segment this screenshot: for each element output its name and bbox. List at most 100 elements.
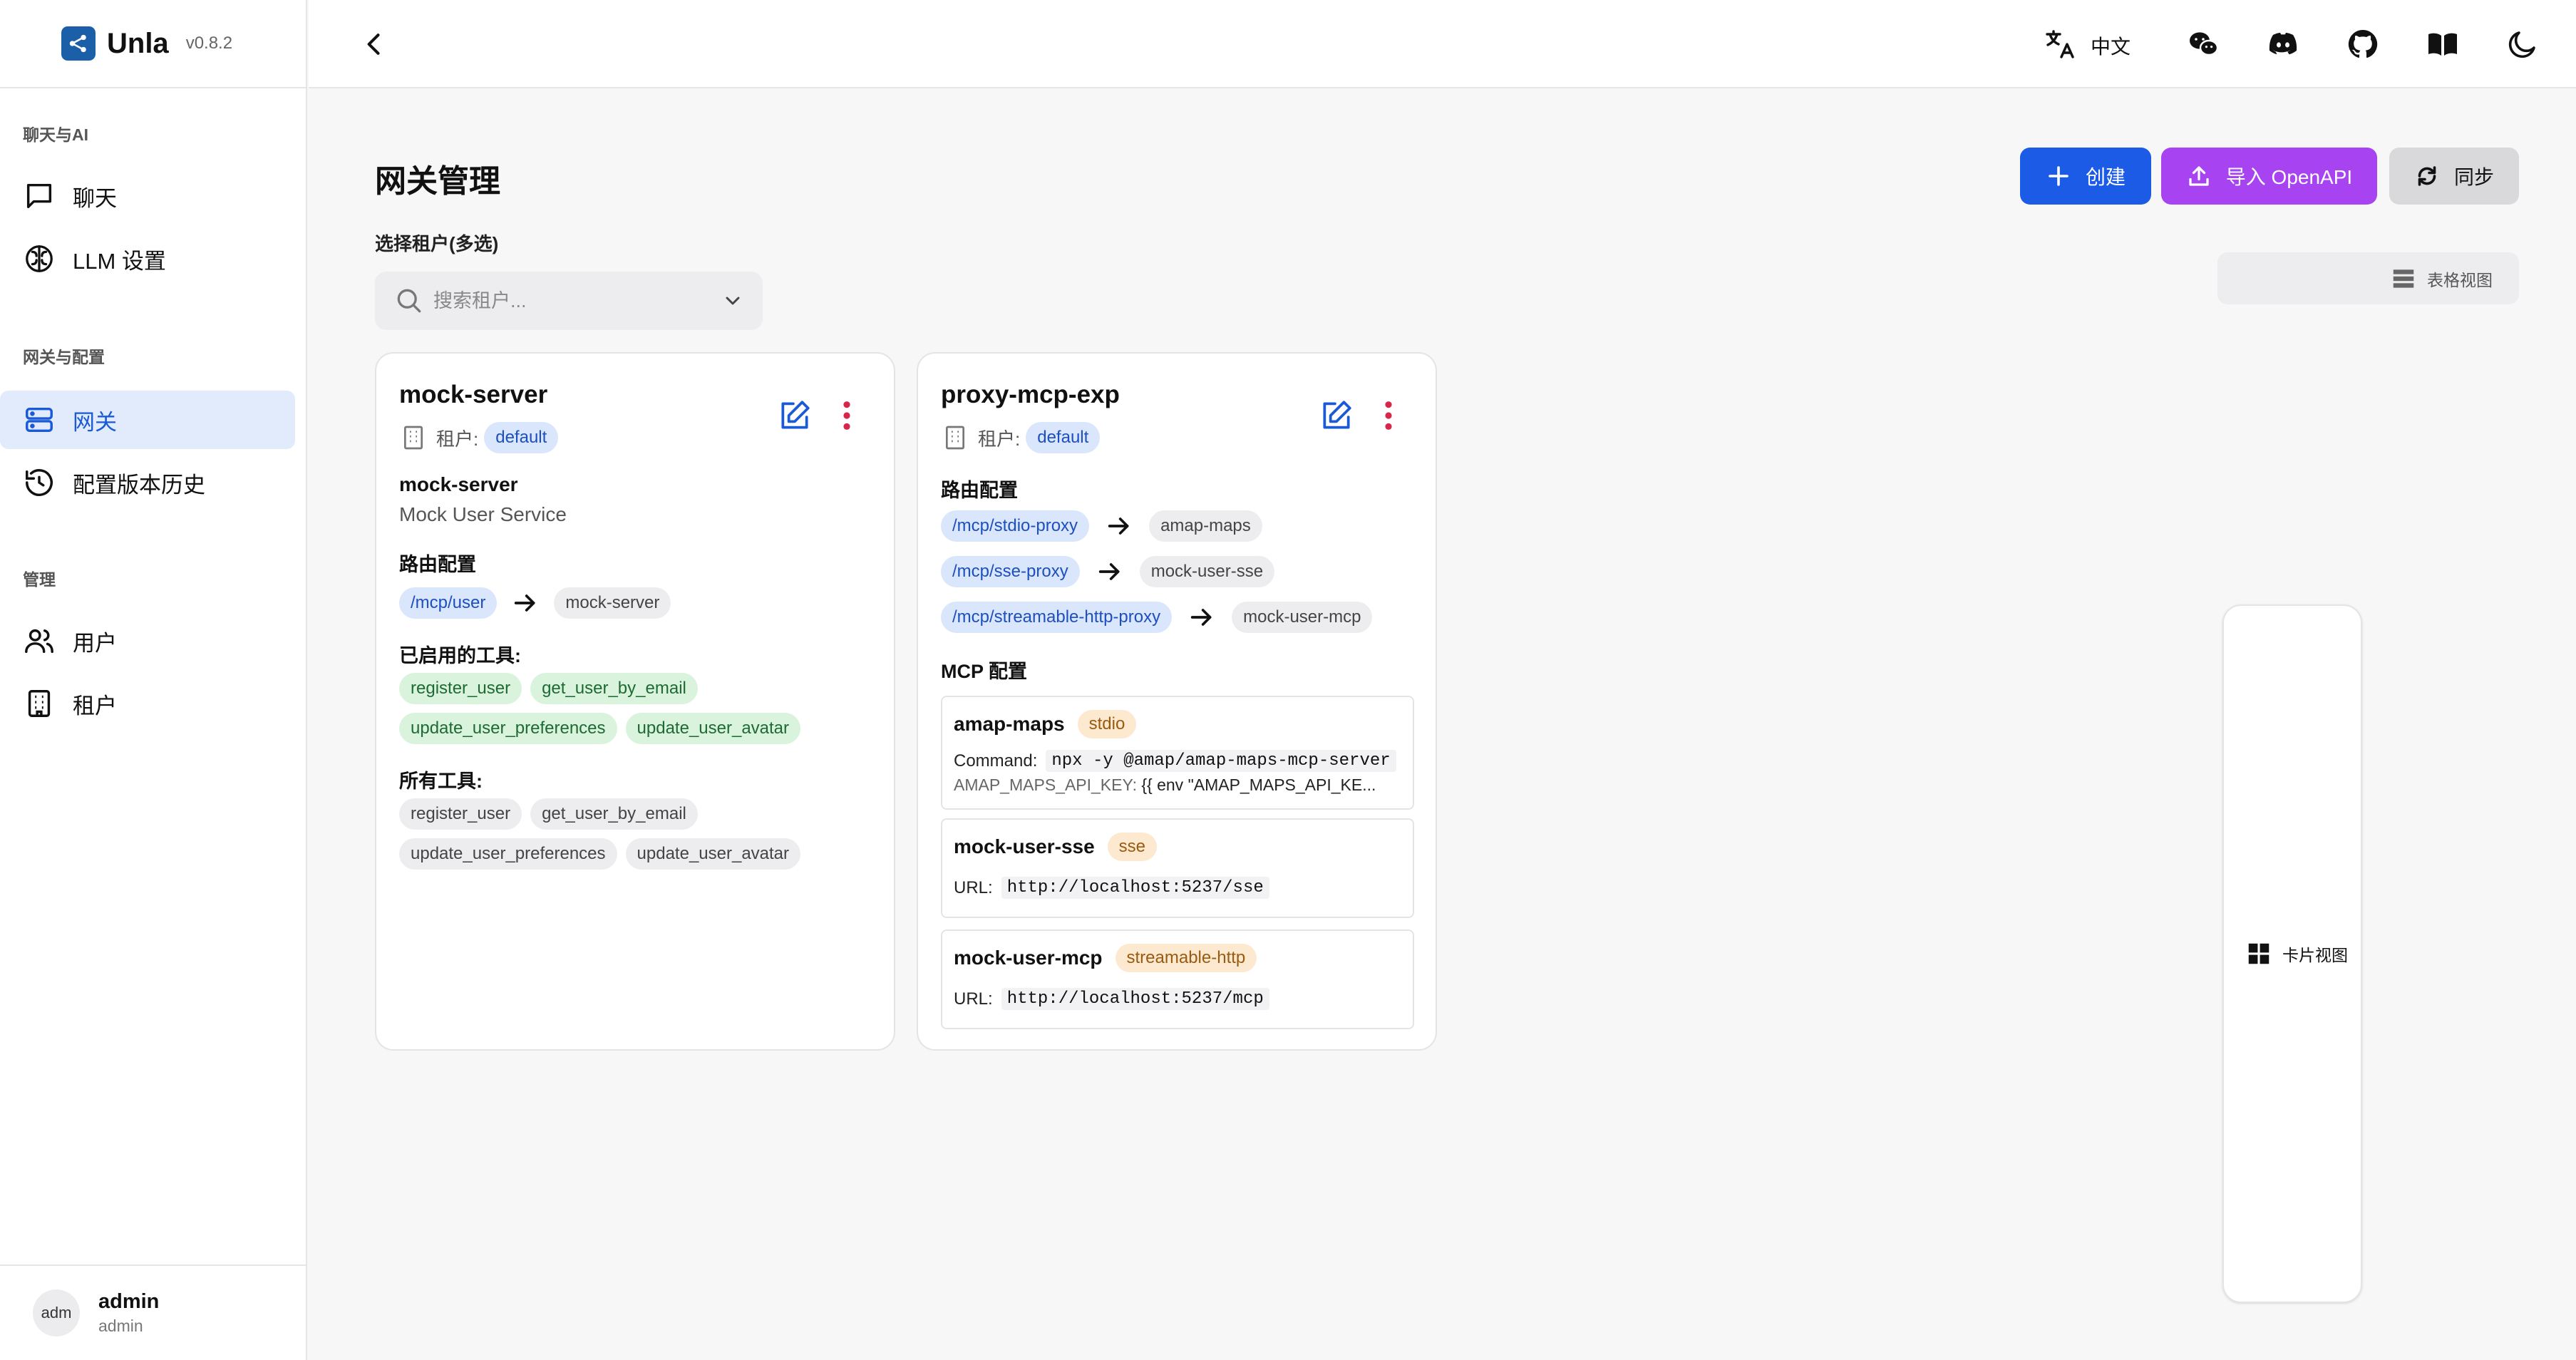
user-menu[interactable]: adm admin admin xyxy=(0,1264,306,1360)
tenant-line: 租户: default xyxy=(399,422,559,453)
tool-chip: update_user_preferences xyxy=(399,713,617,744)
mcp-url: http://localhost:5237/sse xyxy=(1001,877,1269,899)
route-path[interactable]: /mcp/stdio-proxy xyxy=(941,510,1090,542)
wechat-icon[interactable] xyxy=(2186,27,2220,61)
app-name: Unla xyxy=(107,27,169,59)
card-title: mock-server xyxy=(399,381,548,408)
more-vertical-icon[interactable] xyxy=(1381,399,1396,432)
discord-icon[interactable] xyxy=(2266,27,2300,61)
tenant-label: 租户: xyxy=(978,428,1021,450)
all-tools-row: update_user_preferences update_user_avat… xyxy=(399,838,801,870)
topbar: 中文 xyxy=(309,0,2576,88)
sidebar-item-config-history[interactable]: 配置版本历史 xyxy=(0,453,295,512)
sidebar-item-tenants[interactable]: 租户 xyxy=(0,674,295,733)
sync-button-label: 同步 xyxy=(2453,166,2494,188)
route-row: /mcp/user mock-server xyxy=(399,587,671,619)
tool-chip: register_user xyxy=(399,673,522,704)
sidebar-item-llm-settings[interactable]: LLM 设置 xyxy=(0,230,295,288)
tenant-select[interactable] xyxy=(375,272,763,330)
route-row: /mcp/streamable-http-proxy mock-user-mcp xyxy=(941,602,1373,633)
routes-heading: 路由配置 xyxy=(941,480,1018,501)
search-icon xyxy=(397,289,421,313)
create-button-label: 创建 xyxy=(2085,166,2126,188)
card-view-label: 卡片视图 xyxy=(2282,946,2348,964)
mcp-command: npx -y @amap/amap-maps-mcp-server xyxy=(1046,750,1396,772)
env-key: AMAP_MAPS_API_KEY: xyxy=(954,776,1137,794)
mcp-url-row: URL: http://localhost:5237/mcp xyxy=(954,988,1269,1010)
route-target: amap-maps xyxy=(1149,510,1262,542)
route-path[interactable]: /mcp/user xyxy=(399,587,498,619)
route-path[interactable]: /mcp/sse-proxy xyxy=(941,556,1080,587)
tenant-badge: default xyxy=(1026,422,1101,453)
nav-section-chat-ai: 聊天与AI xyxy=(23,125,88,144)
mcp-server-name: mock-user-mcp xyxy=(954,947,1103,969)
building-icon xyxy=(404,426,423,450)
mcp-url: http://localhost:5237/mcp xyxy=(1001,988,1269,1010)
tool-chip: get_user_by_email xyxy=(530,673,698,704)
routes-heading: 路由配置 xyxy=(399,554,476,575)
sync-button[interactable]: 同步 xyxy=(2389,148,2519,205)
arrow-right-icon xyxy=(515,594,535,612)
mcp-command-row: Command: npx -y @amap/amap-maps-mcp-serv… xyxy=(954,750,1396,772)
page-title: 网关管理 xyxy=(375,164,500,199)
tool-chip: update_user_preferences xyxy=(399,838,617,870)
gateway-card-mock-server: mock-server 租户: default mock-server Mock… xyxy=(375,352,895,1051)
building-icon xyxy=(28,690,51,717)
server-icon xyxy=(26,407,53,433)
brand[interactable]: Unla v0.8.2 xyxy=(0,0,306,88)
card-view-button[interactable]: 卡片视图 xyxy=(2222,604,2362,1303)
arrow-right-icon xyxy=(1098,563,1120,580)
grid-icon xyxy=(2248,943,2270,964)
table-view-label: 表格视图 xyxy=(2427,270,2493,289)
upload-icon xyxy=(2189,166,2209,186)
import-openapi-button[interactable]: 导入 OpenAPI xyxy=(2161,148,2377,205)
moon-icon[interactable] xyxy=(2505,27,2540,61)
more-vertical-icon[interactable] xyxy=(840,399,854,432)
mcp-type-badge: streamable-http xyxy=(1115,944,1257,972)
route-target: mock-user-mcp xyxy=(1232,602,1373,633)
refresh-icon xyxy=(2418,166,2436,186)
plus-icon xyxy=(2049,166,2068,186)
user-name: admin xyxy=(98,1290,160,1313)
mcp-config-heading: MCP 配置 xyxy=(941,661,1028,682)
sidebar-item-gateway[interactable]: 网关 xyxy=(0,391,295,449)
chevron-left-icon[interactable] xyxy=(359,29,390,60)
translate-icon[interactable] xyxy=(2043,27,2077,61)
server-name: mock-server xyxy=(399,473,518,495)
avatar: adm xyxy=(33,1289,80,1336)
mcp-server-mock-user-mcp: mock-user-mcp streamable-http URL: http:… xyxy=(941,929,1414,1029)
view-toggle: 卡片视图 表格视图 xyxy=(2217,252,2519,1303)
chevron-down-icon[interactable] xyxy=(721,289,744,312)
sidebar-item-label: 网关 xyxy=(73,409,117,435)
arrow-right-icon xyxy=(1108,517,1129,535)
route-row: /mcp/stdio-proxy amap-maps xyxy=(941,510,1262,542)
users-icon xyxy=(25,629,53,654)
github-icon[interactable] xyxy=(2346,27,2380,61)
import-openapi-label: 导入 OpenAPI xyxy=(2225,166,2353,188)
create-button[interactable]: 创建 xyxy=(2020,148,2151,205)
app-version: v0.8.2 xyxy=(185,34,233,53)
brain-icon xyxy=(26,245,53,272)
table-view-button[interactable]: 表格视图 xyxy=(2390,257,2511,299)
sidebar-item-chat[interactable]: 聊天 xyxy=(0,167,295,225)
tenant-search-input[interactable] xyxy=(433,289,704,312)
book-open-icon[interactable] xyxy=(2426,27,2460,61)
all-tools-row: register_user get_user_by_email xyxy=(399,798,698,830)
route-target: mock-server xyxy=(554,587,671,619)
language-label[interactable]: 中文 xyxy=(2091,31,2131,60)
edit-icon[interactable] xyxy=(777,398,813,433)
all-tools-heading: 所有工具: xyxy=(399,771,483,792)
tool-chip: update_user_avatar xyxy=(625,838,801,870)
edit-icon[interactable] xyxy=(1319,398,1354,433)
tenant-line: 租户: default xyxy=(941,422,1101,453)
mcp-type-badge: stdio xyxy=(1077,710,1137,738)
nav-section-admin: 管理 xyxy=(23,570,56,589)
mcp-server-name: mock-user-sse xyxy=(954,835,1095,857)
route-path[interactable]: /mcp/streamable-http-proxy xyxy=(941,602,1173,633)
sidebar-item-label: 聊天 xyxy=(73,185,117,211)
sidebar-item-users[interactable]: 用户 xyxy=(0,612,295,670)
url-label: URL: xyxy=(954,877,993,897)
url-label: URL: xyxy=(954,989,993,1009)
tool-chip: get_user_by_email xyxy=(530,798,698,830)
list-icon xyxy=(2393,269,2414,288)
